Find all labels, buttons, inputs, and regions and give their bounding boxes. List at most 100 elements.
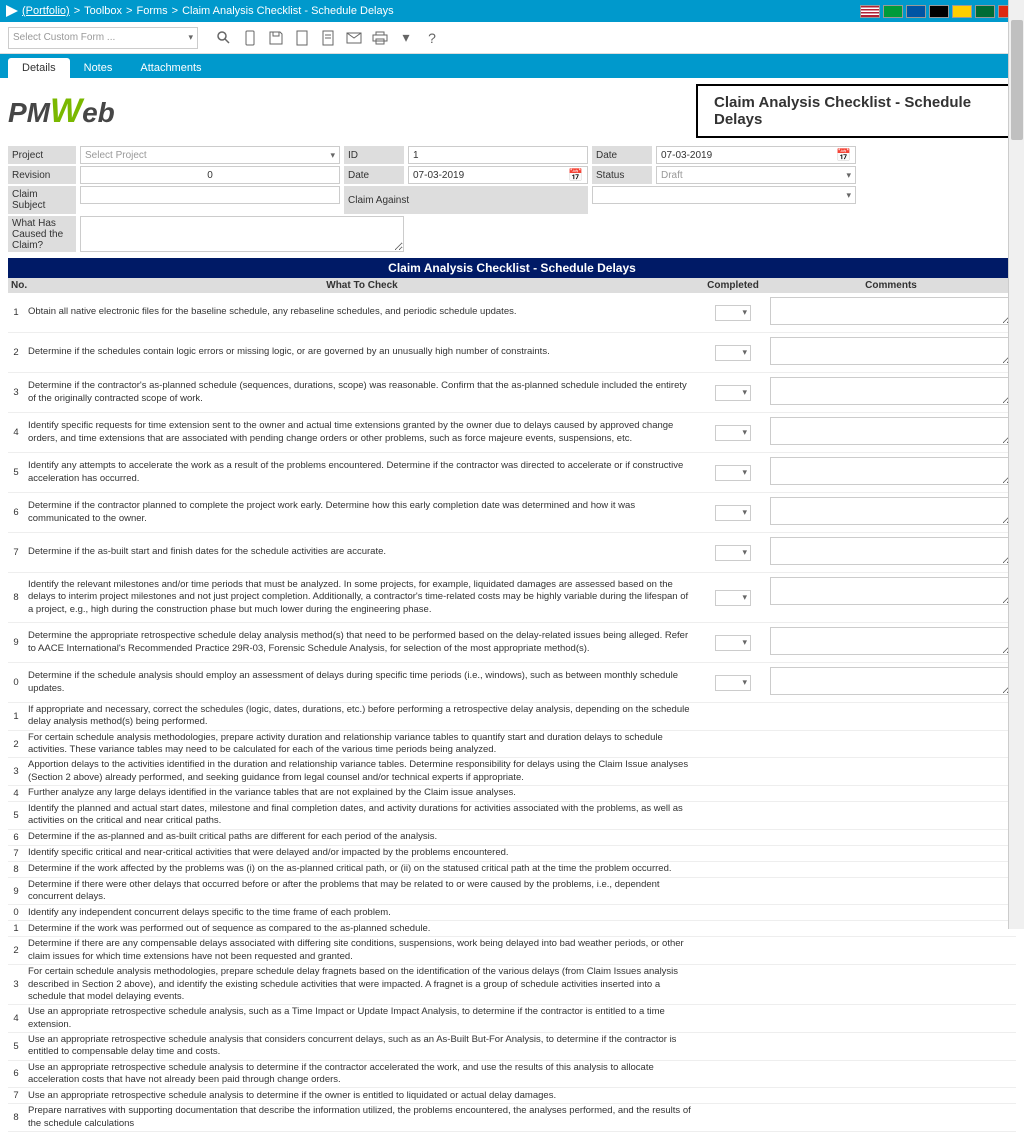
- comments-textarea[interactable]: [770, 377, 1012, 405]
- mail-icon[interactable]: [342, 26, 366, 50]
- comments-textarea[interactable]: [770, 537, 1012, 565]
- status-select[interactable]: Draft▾: [656, 166, 856, 184]
- completed-dropdown[interactable]: ▾: [715, 465, 751, 481]
- language-flag-1[interactable]: [883, 5, 903, 18]
- row-no: 9: [8, 878, 24, 905]
- comments-textarea[interactable]: [770, 627, 1012, 655]
- row-no: 4: [8, 786, 24, 801]
- row-no: 4: [8, 413, 24, 452]
- completed-dropdown[interactable]: ▾: [715, 675, 751, 691]
- revision-input[interactable]: 0: [80, 166, 340, 184]
- row-comments: [766, 573, 1016, 622]
- row-no: 0: [8, 663, 24, 702]
- completed-dropdown[interactable]: ▾: [715, 505, 751, 521]
- row-comments: [766, 703, 1016, 730]
- breadcrumb-current: Claim Analysis Checklist - Schedule Dela…: [182, 5, 394, 17]
- row-completed: ▾: [700, 573, 766, 622]
- table-row: 6Determine if the as-planned and as-buil…: [8, 830, 1016, 846]
- table-row: 6Use an appropriate retrospective schedu…: [8, 1061, 1016, 1089]
- comments-textarea[interactable]: [770, 417, 1012, 445]
- language-flag-3[interactable]: [929, 5, 949, 18]
- tab-notes[interactable]: Notes: [70, 58, 127, 78]
- language-flag-5[interactable]: [975, 5, 995, 18]
- id-input[interactable]: 1: [408, 146, 588, 164]
- completed-dropdown[interactable]: ▾: [715, 590, 751, 606]
- language-flag-4[interactable]: [952, 5, 972, 18]
- row-no: 7: [8, 533, 24, 572]
- what-caused-textarea[interactable]: [80, 216, 404, 252]
- completed-dropdown[interactable]: ▾: [715, 385, 751, 401]
- row-no: 2: [8, 937, 24, 964]
- row-comments: [766, 453, 1016, 492]
- page-icon[interactable]: [290, 26, 314, 50]
- row-completed: ▾: [700, 333, 766, 372]
- row-no: 1: [8, 703, 24, 730]
- comments-textarea[interactable]: [770, 497, 1012, 525]
- print-icon[interactable]: [368, 26, 392, 50]
- table-row: 9Determine if there were other delays th…: [8, 878, 1016, 906]
- row-comments: [766, 1088, 1016, 1103]
- col-no-header: No.: [8, 278, 24, 293]
- row-completed: [700, 1033, 766, 1060]
- row-text: Further analyze any large delays identif…: [24, 786, 700, 801]
- row-no: 5: [8, 802, 24, 829]
- date-input[interactable]: 07-03-2019📅: [408, 166, 588, 184]
- table-row: 0Identify any independent concurrent del…: [8, 905, 1016, 921]
- row-no: 5: [8, 453, 24, 492]
- project-select[interactable]: Select Project▾: [80, 146, 340, 164]
- comments-textarea[interactable]: [770, 337, 1012, 365]
- help-icon[interactable]: ?: [420, 26, 444, 50]
- row-text: Identify specific critical and near-crit…: [24, 846, 700, 861]
- row-text: Obtain all native electronic files for t…: [24, 293, 700, 332]
- row-no: 7: [8, 846, 24, 861]
- row-no: 8: [8, 862, 24, 877]
- print-dropdown-icon[interactable]: ▾: [394, 26, 418, 50]
- completed-dropdown[interactable]: ▾: [715, 345, 751, 361]
- comments-textarea[interactable]: [770, 577, 1012, 605]
- completed-dropdown[interactable]: ▾: [715, 545, 751, 561]
- row-text: Identify the planned and actual start da…: [24, 802, 700, 829]
- claim-subject-label: Claim Subject: [8, 186, 76, 214]
- page-title: Claim Analysis Checklist - Schedule Dela…: [696, 84, 1016, 138]
- row-completed: [700, 758, 766, 785]
- row-text: Determine if the contractor planned to c…: [24, 493, 700, 532]
- table-row: 6Determine if the contractor planned to …: [8, 493, 1016, 533]
- row-completed: [700, 878, 766, 905]
- language-flag-2[interactable]: [906, 5, 926, 18]
- tab-details[interactable]: Details: [8, 58, 70, 78]
- row-comments: [766, 846, 1016, 861]
- save-icon[interactable]: [264, 26, 288, 50]
- comments-textarea[interactable]: [770, 297, 1012, 325]
- comments-textarea[interactable]: [770, 457, 1012, 485]
- table-row: 4Use an appropriate retrospective schedu…: [8, 1005, 1016, 1033]
- tab-attachments[interactable]: Attachments: [126, 58, 215, 78]
- row-text: For certain schedule analysis methodolog…: [24, 731, 700, 758]
- table-row: 3For certain schedule analysis methodolo…: [8, 965, 1016, 1005]
- completed-dropdown[interactable]: ▾: [715, 425, 751, 441]
- row-completed: [700, 846, 766, 861]
- completed-dropdown[interactable]: ▾: [715, 305, 751, 321]
- claim-against-select[interactable]: ▾: [592, 186, 856, 204]
- claim-subject-input[interactable]: [80, 186, 340, 204]
- comments-textarea[interactable]: [770, 667, 1012, 695]
- calendar-icon[interactable]: 📅: [836, 148, 851, 162]
- completed-dropdown[interactable]: ▾: [715, 635, 751, 651]
- breadcrumb-portfolio[interactable]: (Portfolio): [22, 5, 70, 17]
- mobile-icon[interactable]: [238, 26, 262, 50]
- language-flag-0[interactable]: [860, 5, 880, 18]
- custom-form-select[interactable]: Select Custom Form ... ▾: [8, 27, 198, 49]
- breadcrumb-toolbox[interactable]: Toolbox: [84, 5, 122, 17]
- row-text: Determine if the as-planned and as-built…: [24, 830, 700, 845]
- date2-input[interactable]: 07-03-2019📅: [656, 146, 856, 164]
- table-row: 9Determine the appropriate retrospective…: [8, 623, 1016, 663]
- row-comments: [766, 373, 1016, 412]
- table-row: 8Determine if the work affected by the p…: [8, 862, 1016, 878]
- scrollbar[interactable]: [1008, 0, 1024, 929]
- search-icon[interactable]: [212, 26, 236, 50]
- breadcrumb-forms[interactable]: Forms: [136, 5, 167, 17]
- scroll-thumb[interactable]: [1011, 20, 1023, 140]
- document-icon[interactable]: [316, 26, 340, 50]
- table-row: 5Identify the planned and actual start d…: [8, 802, 1016, 830]
- calendar-icon[interactable]: 📅: [568, 168, 583, 182]
- row-no: 8: [8, 1104, 24, 1131]
